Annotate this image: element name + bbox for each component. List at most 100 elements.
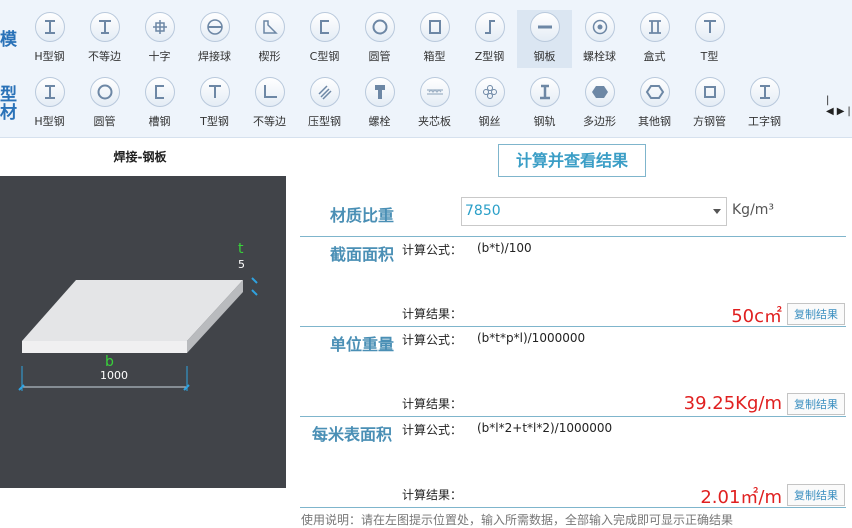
tool-round-tube-2[interactable]: 圆管: [77, 75, 132, 133]
section-label-surface: 每米表面积: [312, 425, 393, 444]
tool-bolt[interactable]: 螺栓: [352, 75, 407, 133]
tool-label: 夹芯板: [418, 115, 451, 128]
cross-icon: [144, 12, 175, 42]
divider: [300, 507, 846, 508]
t-section-icon: [199, 77, 230, 107]
toolbar-row-2: H型钢 圆管 槽钢 T型钢 不等边 压型钢 螺栓 夹芯板 钢丝 钢轨 多边形 其…: [22, 75, 792, 133]
tool-label: 不等边: [253, 115, 286, 128]
plate-preview: b 1000 t 5: [0, 176, 286, 488]
b-dim-value[interactable]: 1000: [100, 369, 128, 382]
tool-channel[interactable]: 槽钢: [132, 75, 187, 133]
sandwich-panel-icon: [419, 77, 450, 107]
chevron-down-icon[interactable]: [713, 209, 721, 214]
steel-type-toolbar: 模 型 材 H型钢 不等边 十字 焊接球 楔形 C型钢 圆管 箱型 Z型钢 钢板…: [0, 0, 852, 138]
tool-label: T型: [700, 50, 719, 63]
tool-box-section[interactable]: 箱型: [407, 10, 462, 68]
tool-profiled-steel[interactable]: 压型钢: [297, 75, 352, 133]
tool-polygon[interactable]: 多边形: [572, 75, 627, 133]
bolt-icon: [364, 77, 395, 107]
box-type-icon: [639, 12, 670, 42]
i-beam-icon: [34, 12, 65, 42]
plate-drawing: b 1000 t 5: [18, 241, 258, 391]
c-channel-icon: [309, 12, 340, 42]
tool-h-beam-2[interactable]: H型钢: [22, 75, 77, 133]
tool-label: 盒式: [643, 50, 666, 63]
round-tube-icon: [364, 12, 395, 42]
result-key: 计算结果：: [402, 488, 463, 502]
tool-rail[interactable]: 钢轨: [517, 75, 572, 133]
tool-c-channel[interactable]: C型钢: [297, 10, 352, 68]
divider: [300, 326, 846, 327]
tool-angle[interactable]: 不等边: [242, 75, 297, 133]
toolbar-side-label-mid: 型: [0, 85, 17, 105]
tool-label: Z型钢: [474, 50, 505, 63]
bolt-ball-icon: [584, 12, 615, 42]
copy-result-button-weight[interactable]: 复制结果: [787, 393, 845, 415]
tool-label: 楔形: [258, 50, 281, 63]
tool-square-tube[interactable]: 方钢管: [682, 75, 737, 133]
t-dim-value[interactable]: 5: [238, 258, 245, 271]
square-tube-icon: [694, 77, 725, 107]
i-beam-icon: [34, 77, 65, 107]
tool-i-steel[interactable]: 工字钢: [737, 75, 792, 133]
scroll-left-icon[interactable]: |◀: [826, 95, 837, 117]
tool-label: 钢丝: [478, 115, 501, 128]
steel-wire-icon: [474, 77, 505, 107]
tool-z-section[interactable]: Z型钢: [462, 10, 517, 68]
tool-steel-wire[interactable]: 钢丝: [462, 75, 517, 133]
tool-label: 圆管: [93, 115, 116, 128]
channel-icon: [144, 77, 175, 107]
box-section-icon: [419, 12, 450, 42]
tool-bolt-ball[interactable]: 螺栓球: [572, 10, 627, 68]
tool-label: 其他钢: [638, 115, 671, 128]
i-steel-icon: [749, 77, 780, 107]
copy-result-button-surface[interactable]: 复制结果: [787, 484, 845, 506]
tool-unequal-t[interactable]: 不等边: [77, 10, 132, 68]
tool-label: 圆管: [368, 50, 391, 63]
panel-title: 焊接-钢板: [113, 150, 167, 164]
tool-label: 多边形: [583, 115, 616, 128]
density-unit: Kg/m³: [732, 202, 775, 218]
usage-note: 使用说明：请在左图提示位置处，输入所需数据，全部输入完成即可显示正确结果: [301, 513, 734, 527]
tool-box-type[interactable]: 盒式: [627, 10, 682, 68]
tool-label: C型钢: [309, 50, 340, 63]
tool-other-steel[interactable]: 其他钢: [627, 75, 682, 133]
toolbar-row-1: H型钢 不等边 十字 焊接球 楔形 C型钢 圆管 箱型 Z型钢 钢板 螺栓球 盒…: [22, 10, 737, 68]
tool-plate[interactable]: 钢板: [517, 10, 572, 68]
tool-h-beam[interactable]: H型钢: [22, 10, 77, 68]
result-value-weight: 39.25Kg/m: [683, 393, 782, 414]
formula-value-surface: (b*l*2+t*l*2)/1000000: [477, 421, 613, 435]
tool-t-steel[interactable]: T型钢: [187, 75, 242, 133]
angle-icon: [254, 77, 285, 107]
t-section-icon: [694, 12, 725, 42]
tool-label: H型钢: [34, 115, 65, 128]
section-label-weight: 单位重量: [330, 335, 395, 354]
formula-value-area: (b*t)/100: [477, 241, 532, 255]
tool-wedge[interactable]: 楔形: [242, 10, 297, 68]
tool-t-section[interactable]: T型: [682, 10, 737, 68]
tool-sandwich-panel[interactable]: 夹芯板: [407, 75, 462, 133]
toolbar-scroll-arrows[interactable]: |◀▶|: [826, 95, 852, 117]
tool-label: 十字: [148, 50, 171, 63]
density-value: 7850: [465, 203, 501, 219]
tool-welded-ball[interactable]: 焊接球: [187, 10, 242, 68]
wedge-icon: [254, 12, 285, 42]
tool-label: 钢板: [533, 50, 556, 63]
plate-top-face: [22, 280, 243, 341]
toolbar-side-label-top: 模: [0, 30, 17, 50]
density-select[interactable]: 7850: [461, 197, 727, 226]
welded-ball-icon: [199, 12, 230, 42]
tool-label: 螺栓球: [583, 50, 616, 63]
toolbar-side-label-bottom: 材: [0, 103, 17, 123]
copy-result-button-area[interactable]: 复制结果: [787, 303, 845, 325]
tool-round-tube[interactable]: 圆管: [352, 10, 407, 68]
formula-key: 计算公式：: [402, 333, 463, 347]
tool-cross[interactable]: 十字: [132, 10, 187, 68]
rail-icon: [529, 77, 560, 107]
tool-label: 箱型: [423, 50, 446, 63]
scroll-right-icon[interactable]: ▶|: [837, 106, 852, 117]
round-tube-icon: [89, 77, 120, 107]
result-key: 计算结果：: [402, 397, 463, 411]
z-section-icon: [474, 12, 505, 42]
calculate-button[interactable]: 计算并查看结果: [498, 144, 646, 177]
